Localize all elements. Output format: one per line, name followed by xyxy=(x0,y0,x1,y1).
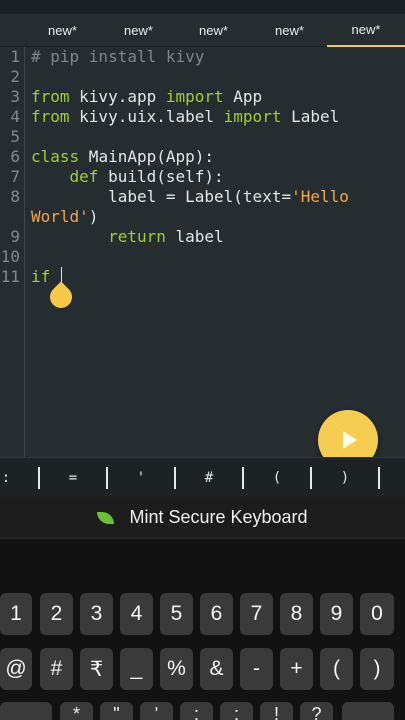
line-number: 10 xyxy=(0,247,20,266)
symbol-separator xyxy=(378,467,380,489)
tab-new-4[interactable]: new* xyxy=(252,14,327,47)
line-number: 11 xyxy=(0,267,20,286)
key-asterisk[interactable]: * xyxy=(60,702,93,720)
key-colon[interactable]: : xyxy=(180,702,213,720)
key-open-paren[interactable]: ( xyxy=(320,648,353,690)
code-line-7: def build(self): xyxy=(69,167,224,186)
code-line-3: from kivy.app import App xyxy=(31,87,263,106)
line-number: 5 xyxy=(10,127,20,146)
key-shift-partial[interactable] xyxy=(0,702,52,720)
tab-new-5-active[interactable]: new* xyxy=(327,14,405,47)
line-number: 4 xyxy=(10,107,20,126)
key-4[interactable]: 4 xyxy=(120,593,153,635)
code-editor[interactable]: 1 2 3 4 5 6 7 8 9 10 11 # pip install ki… xyxy=(0,47,405,457)
soft-keyboard: Mint Secure Keyboard 1 2 3 4 5 6 7 8 9 0… xyxy=(0,497,405,720)
key-rupee[interactable]: ₹ xyxy=(80,648,113,690)
line-number: 1 xyxy=(10,47,20,66)
key-hash[interactable]: # xyxy=(40,648,73,690)
symbol-key-equals[interactable]: = xyxy=(40,458,106,498)
key-1[interactable]: 1 xyxy=(0,593,32,635)
key-ampersand[interactable]: & xyxy=(200,648,233,690)
code-line-9: return label xyxy=(108,227,224,246)
key-8[interactable]: 8 xyxy=(280,593,313,635)
key-6[interactable]: 6 xyxy=(200,593,233,635)
leaf-icon xyxy=(97,511,115,524)
symbol-bar: : = ' # ( ) xyxy=(0,457,405,497)
key-9[interactable]: 9 xyxy=(320,593,353,635)
symbol-key-close-paren[interactable]: ) xyxy=(312,458,378,498)
keyboard-header: Mint Secure Keyboard xyxy=(0,497,405,539)
key-double-quote[interactable]: " xyxy=(100,702,133,720)
symbol-key-quote[interactable]: ' xyxy=(108,458,174,498)
play-icon xyxy=(343,431,357,449)
status-bar xyxy=(0,0,405,14)
key-at[interactable]: @ xyxy=(0,648,32,690)
key-single-quote[interactable]: ' xyxy=(140,702,173,720)
line-number-gutter: 1 2 3 4 5 6 7 8 9 10 11 xyxy=(0,47,25,457)
code-line-4: from kivy.uix.label import Label xyxy=(31,107,340,126)
line-number: 9 xyxy=(10,227,20,246)
key-backspace-partial[interactable] xyxy=(342,702,394,720)
line-number: 6 xyxy=(10,147,20,166)
symbol-key-hash[interactable]: # xyxy=(176,458,242,498)
symbol-key-colon[interactable]: : xyxy=(0,458,38,498)
keyboard-title: Mint Secure Keyboard xyxy=(129,507,308,527)
tab-new-2[interactable]: new* xyxy=(101,14,176,47)
tab-new-3[interactable]: new* xyxy=(176,14,251,47)
line-number: 3 xyxy=(10,87,20,106)
key-5[interactable]: 5 xyxy=(160,593,193,635)
code-line-8: label = Label(text='Hello xyxy=(31,187,349,206)
code-line-8-wrap: World') xyxy=(31,207,99,226)
key-7[interactable]: 7 xyxy=(240,593,273,635)
code-line-1: # pip install kivy xyxy=(31,47,205,66)
symbol-key-open-paren[interactable]: ( xyxy=(244,458,310,498)
key-question[interactable]: ? xyxy=(300,702,333,720)
key-plus[interactable]: + xyxy=(280,648,313,690)
key-0[interactable]: 0 xyxy=(360,593,394,635)
key-close-paren[interactable]: ) xyxy=(360,648,394,690)
code-line-6: class MainApp(App): xyxy=(31,147,215,166)
line-number: 8 xyxy=(10,187,20,206)
tab-bar: new* new* new* new* new* xyxy=(0,14,405,47)
key-exclamation[interactable]: ! xyxy=(260,702,293,720)
tab-new-1[interactable]: new* xyxy=(25,14,100,47)
line-number: 7 xyxy=(10,167,20,186)
key-minus[interactable]: - xyxy=(240,648,273,690)
key-3[interactable]: 3 xyxy=(80,593,113,635)
key-semicolon[interactable]: ; xyxy=(220,702,253,720)
key-2[interactable]: 2 xyxy=(40,593,73,635)
key-percent[interactable]: % xyxy=(160,648,193,690)
line-number: 2 xyxy=(10,67,20,86)
key-underscore[interactable]: _ xyxy=(120,648,153,690)
